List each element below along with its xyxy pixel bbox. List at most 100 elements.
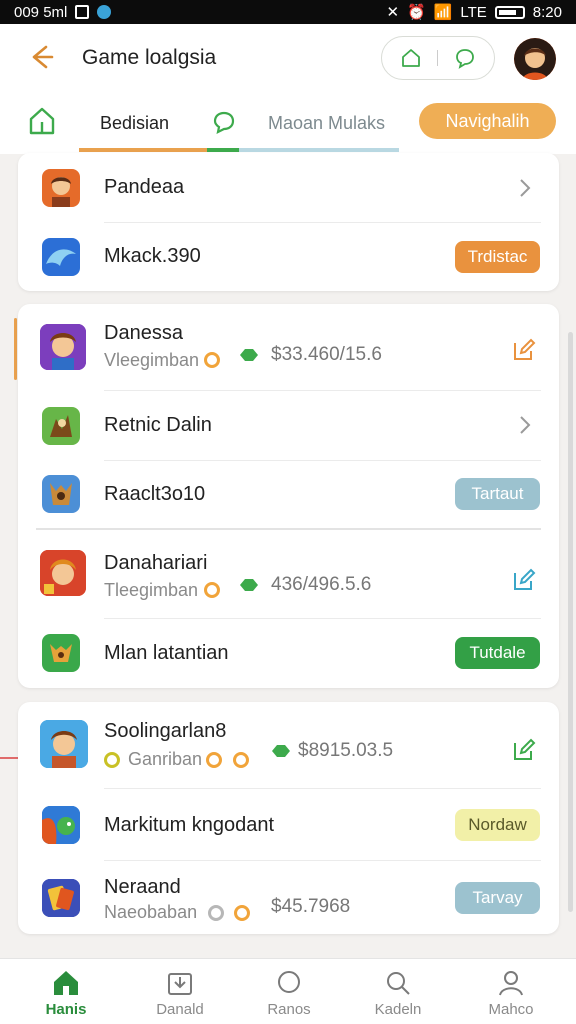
game-subtitle: Tleegimban: [104, 580, 199, 600]
dragon-app-icon: [42, 407, 80, 445]
user-avatar-icon[interactable]: [514, 38, 556, 80]
arrow-left-icon[interactable]: [26, 42, 56, 72]
chat-icon: [278, 971, 300, 993]
header-action-pill[interactable]: [381, 36, 495, 80]
clock: 8:20: [532, 3, 562, 21]
edit-icon[interactable]: [512, 568, 536, 592]
edit-icon[interactable]: [512, 338, 536, 362]
price-text: $45.7968: [271, 896, 351, 917]
list-item[interactable]: Raaclt3o10 Tartaut: [18, 460, 559, 528]
game-card-2: Danessa Vleegimban $33.460/15.6 Retnic D…: [18, 304, 559, 688]
nav-label: Mahco: [488, 1001, 534, 1018]
game-name: Mkack.390: [104, 245, 201, 267]
status-badge[interactable]: Tartaut: [455, 478, 540, 510]
battery-icon: [494, 5, 525, 19]
coin-icon: [204, 582, 220, 598]
list-item[interactable]: Pandeaa: [18, 153, 559, 222]
list-item[interactable]: Soolingarlan8 Ganriban $8915.03.5: [18, 702, 559, 788]
tab-underline-mid: [207, 148, 239, 152]
game-name: Retnic Dalin: [104, 414, 212, 436]
tab-bedisian[interactable]: Bedisian: [100, 92, 169, 154]
game-name: Neraand: [104, 876, 181, 898]
list-item[interactable]: Danessa Vleegimban $33.460/15.6: [18, 304, 559, 390]
navighalih-button[interactable]: Navighalih: [419, 103, 556, 139]
house-outline-icon[interactable]: [399, 46, 423, 70]
game-subtitle: Vleegimban: [104, 350, 200, 370]
game-name: Pandeaa: [104, 176, 185, 198]
nav-home[interactable]: Hanis: [21, 959, 111, 1024]
gem-icon: [272, 745, 290, 757]
list-item[interactable]: Retnic Dalin: [18, 390, 559, 460]
coin-icon: [234, 905, 250, 921]
bottom-navigation: Hanis Danald Ranos Kadeln Mahco: [0, 958, 576, 1024]
inbox-icon: [168, 973, 192, 995]
home-icon: [54, 971, 78, 995]
chevron-right-icon[interactable]: [518, 177, 532, 199]
bird-app-icon: [42, 806, 80, 844]
coin-icon: [104, 752, 120, 768]
warrior-app-icon: [40, 550, 86, 596]
list-item[interactable]: Neraand Naeobaban $45.7968 Tarvay: [18, 860, 559, 934]
edit-icon[interactable]: [512, 738, 536, 762]
nav-search[interactable]: Kadeln: [353, 959, 443, 1024]
nav-label: Hanis: [45, 1001, 87, 1018]
cards-app-icon: [42, 879, 80, 917]
game-card-1: Pandeaa Mkack.390 Trdistac: [18, 153, 559, 291]
chat-tab-icon[interactable]: [212, 110, 236, 134]
notification-icon: [75, 5, 90, 19]
chevron-right-icon[interactable]: [518, 414, 532, 436]
coin-icon: [204, 352, 220, 368]
nav-label: Kadeln: [374, 1001, 422, 1018]
nav-chat[interactable]: Ranos: [244, 959, 334, 1024]
hero-app-icon: [40, 324, 86, 370]
list-item[interactable]: Danahariari Tleegimban 436/496.5.6: [18, 530, 559, 618]
price-text: $33.460/15.6: [271, 344, 382, 365]
game-name: Danahariari: [104, 552, 208, 574]
page-title: Game loalgsia: [82, 46, 217, 69]
nav-inbox[interactable]: Danald: [135, 959, 225, 1024]
alarm-icon: ⏰: [407, 4, 426, 21]
tab-bar: Bedisian Maoan Mulaks Navighalih: [0, 92, 576, 154]
game-name: Danessa: [104, 322, 183, 344]
selection-marker: [14, 318, 17, 380]
nav-label: Danald: [156, 1001, 204, 1018]
gem-icon: [240, 349, 258, 361]
game-name: Soolingarlan8: [104, 720, 227, 742]
app-header: Game loalgsia: [0, 24, 576, 92]
fox-app-icon: [42, 634, 80, 672]
tab-underline-rest: [239, 148, 399, 152]
list-item[interactable]: Mkack.390 Trdistac: [18, 222, 559, 291]
price-text: $8915.03.5: [298, 740, 394, 761]
game-name: Markitum kngodant: [104, 814, 275, 836]
home-tab-icon[interactable]: [28, 106, 56, 136]
game-subtitle: Ganriban: [128, 749, 203, 769]
character-app-icon: [42, 169, 80, 207]
profile-icon: [499, 971, 523, 996]
pill-divider: [437, 50, 439, 66]
status-bar: 009 5ml ✕ ⏰ 📶 LTE 8:20: [0, 0, 576, 24]
coin-icon: [208, 905, 224, 921]
game-subtitle: Naeobaban: [104, 902, 198, 922]
tab-underline-active: [79, 148, 207, 152]
game-name: Raaclt3o10: [104, 483, 206, 505]
coin-icon: [206, 752, 222, 768]
nav-profile[interactable]: Mahco: [466, 959, 556, 1024]
coin-icon: [233, 752, 249, 768]
gem-icon: [240, 579, 258, 591]
list-item[interactable]: Markitum kngodant Nordaw: [18, 788, 559, 860]
status-badge[interactable]: Tutdale: [455, 637, 540, 669]
scrollbar[interactable]: [568, 332, 573, 912]
carrier-text: 009 5ml: [14, 3, 68, 21]
signal-text: LTE: [460, 3, 487, 21]
status-badge[interactable]: Nordaw: [455, 809, 540, 841]
status-badge[interactable]: Tarvay: [455, 882, 540, 914]
tab-maoan-mulaks[interactable]: Maoan Mulaks: [268, 92, 385, 154]
creature-app-icon: [42, 475, 80, 513]
wave-app-icon: [42, 238, 80, 276]
game-card-3: Soolingarlan8 Ganriban $8915.03.5 Markit…: [18, 702, 559, 934]
status-badge[interactable]: Trdistac: [455, 241, 540, 273]
list-item[interactable]: Mlan latantian Tutdale: [18, 618, 559, 688]
chat-bubble-icon[interactable]: [453, 46, 477, 70]
search-icon: [387, 972, 410, 995]
price-text: 436/496.5.6: [271, 574, 372, 595]
